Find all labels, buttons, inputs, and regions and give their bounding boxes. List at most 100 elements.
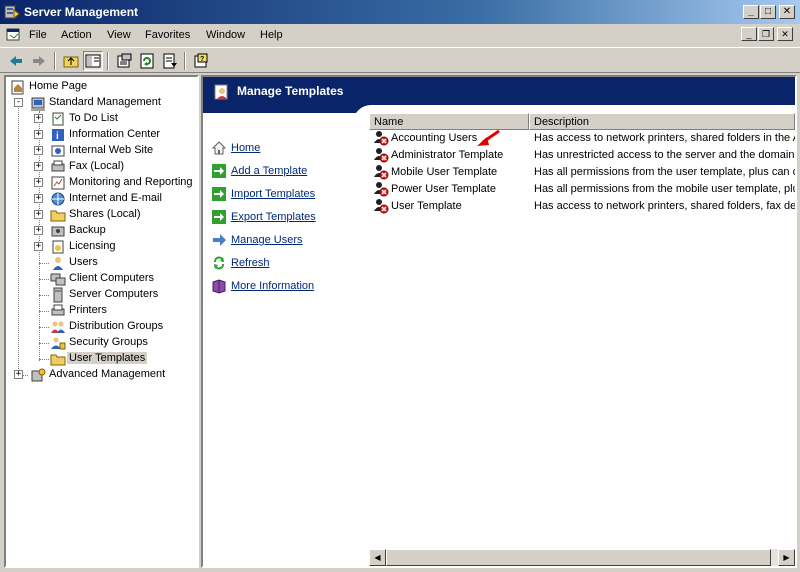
row-name: Power User Template: [391, 183, 496, 195]
menu-file[interactable]: File: [29, 29, 47, 41]
table-row[interactable]: Accounting Users Has access to network pr…: [369, 130, 795, 147]
refresh-button[interactable]: [137, 51, 157, 71]
tree-item-icon: [51, 160, 65, 172]
expand-toggle[interactable]: +: [34, 114, 43, 123]
green-arrow-icon: [212, 164, 226, 178]
properties-button[interactable]: [114, 51, 134, 71]
tree-item-label: To Do List: [69, 112, 118, 124]
row-name: Accounting Users: [391, 132, 478, 144]
show-hide-console-tree-button[interactable]: [83, 51, 103, 71]
tree-item-label: Information Center: [69, 128, 161, 140]
collapse-toggle[interactable]: -: [14, 98, 23, 107]
menu-view[interactable]: View: [107, 29, 131, 41]
menu-favorites[interactable]: Favorites: [145, 29, 190, 41]
tree-item-label: Users: [69, 256, 98, 268]
details-pane: Manage Templates Home Add a Template Imp…: [201, 75, 797, 568]
tree-item-icon: [50, 354, 66, 366]
row-name: Administrator Template: [391, 149, 504, 161]
forward-button[interactable]: [29, 51, 49, 71]
tree-item-icon: [51, 304, 65, 316]
window-title: Server Management: [24, 5, 139, 19]
back-button[interactable]: [6, 51, 26, 71]
mmc-document-icon[interactable]: [6, 28, 22, 42]
horizontal-scrollbar[interactable]: ◀ ▶: [369, 549, 795, 566]
child-minimize-button[interactable]: _: [741, 27, 757, 41]
row-description: Has all permissions from the mobile user…: [534, 183, 797, 195]
tree-item-icon: [51, 226, 65, 237]
refresh-icon: [140, 53, 154, 69]
console-tree: Home Page - Standard Management + To Do L…: [4, 75, 199, 568]
close-button[interactable]: ✕: [779, 5, 795, 19]
menu-action[interactable]: Action: [61, 29, 92, 41]
export-list-icon: [163, 53, 177, 69]
expand-toggle[interactable]: +: [34, 162, 43, 171]
table-row[interactable]: Mobile User Template Has all permissions …: [369, 164, 795, 181]
user-template-disabled-icon: [374, 165, 389, 180]
expand-toggle[interactable]: +: [34, 194, 43, 203]
tree-item-icon: [51, 176, 65, 190]
expand-toggle[interactable]: +: [34, 226, 43, 235]
user-template-disabled-icon: [374, 148, 389, 163]
maximize-button[interactable]: □: [760, 5, 776, 19]
server-icon: [31, 97, 45, 111]
tree-item-label: Monitoring and Reporting: [69, 176, 193, 188]
row-name: Mobile User Template: [391, 166, 498, 178]
expand-toggle[interactable]: +: [34, 210, 43, 219]
tree-item-icon: [51, 192, 65, 206]
column-header-name[interactable]: Name: [369, 113, 529, 130]
row-name: User Template: [391, 200, 462, 212]
templates-list: Name Description Accounting Users Has acc…: [369, 113, 795, 566]
menu-window[interactable]: Window: [206, 29, 245, 41]
manage-templates-icon: [214, 84, 228, 100]
tree-item-label: Internal Web Site: [69, 144, 154, 156]
table-row[interactable]: Power User Template Has all permissions f…: [369, 181, 795, 198]
help-button[interactable]: ?: [191, 51, 211, 71]
expand-toggle[interactable]: +: [14, 370, 23, 379]
tree-item-label: Security Groups: [69, 336, 148, 348]
table-row[interactable]: Administrator Template Has unrestricted a…: [369, 147, 795, 164]
console-tree-icon: [85, 54, 101, 68]
green-arrow-icon: [212, 210, 226, 224]
svg-text:?: ?: [200, 56, 204, 63]
minimize-button[interactable]: _: [743, 5, 759, 19]
tree-item-icon: [51, 321, 65, 333]
menu-bar: File Action View Favorites Window Help: [0, 24, 800, 46]
table-row[interactable]: User Template Has access to network print…: [369, 198, 795, 215]
expand-toggle[interactable]: +: [34, 146, 43, 155]
blue-arrow-icon: [213, 234, 226, 246]
home-page-icon: [11, 80, 24, 95]
scroll-left-button[interactable]: ◀: [369, 549, 386, 566]
tree-item-label: Printers: [69, 304, 107, 316]
tree-item-icon: [50, 273, 66, 286]
tree-item-icon: [53, 287, 63, 303]
expand-toggle[interactable]: +: [34, 130, 43, 139]
menu-help[interactable]: Help: [260, 29, 283, 41]
tree-item-icon: [51, 145, 65, 157]
expand-toggle[interactable]: +: [34, 178, 43, 187]
user-template-disabled-icon: [374, 199, 389, 214]
book-icon: [212, 279, 226, 294]
tree-item-label: Distribution Groups: [69, 320, 164, 332]
green-arrow-icon: [212, 187, 226, 201]
scroll-thumb[interactable]: [386, 549, 771, 566]
column-header-description[interactable]: Description: [529, 113, 795, 130]
export-list-button[interactable]: [160, 51, 180, 71]
row-description: Has unrestricted access to the server an…: [534, 149, 797, 161]
tree-item-label: Server Computers: [69, 288, 159, 300]
toolbar: ?: [0, 47, 800, 73]
tree-item-label: Internet and E-mail: [69, 192, 162, 204]
row-description: Has access to network printers, shared f…: [534, 200, 797, 212]
user-template-disabled-icon: [374, 182, 389, 197]
title-bar: Server Management _ □ ✕: [0, 0, 800, 24]
help-icon: ?: [194, 53, 208, 68]
tree-item-icon: [50, 210, 66, 222]
home-icon: [211, 141, 227, 155]
tree-item-icon: [52, 240, 64, 254]
child-close-button[interactable]: ✕: [777, 27, 793, 41]
up-one-level-button[interactable]: [61, 51, 81, 71]
taskpad-banner: Manage Templates: [203, 77, 795, 105]
banner-title: Manage Templates: [237, 84, 344, 98]
scroll-right-button[interactable]: ▶: [778, 549, 795, 566]
expand-toggle[interactable]: +: [34, 242, 43, 251]
child-restore-button[interactable]: ❐: [758, 27, 774, 41]
